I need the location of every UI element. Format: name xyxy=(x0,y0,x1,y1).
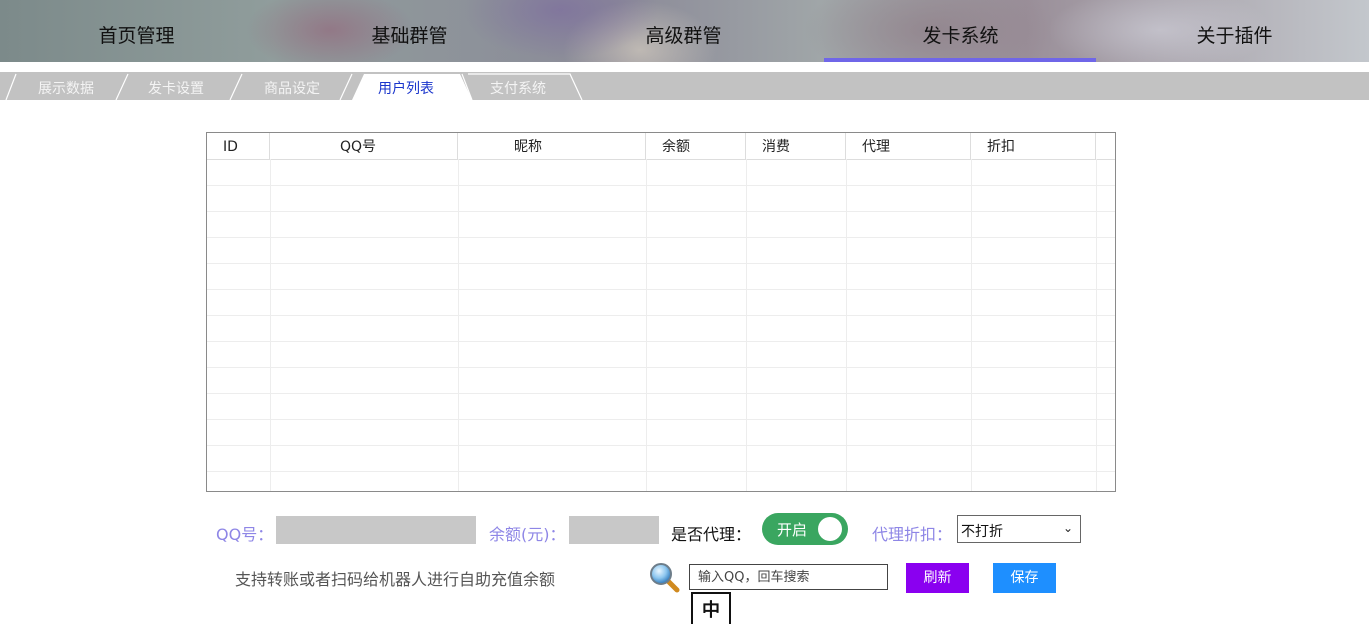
nav-item-basic-group[interactable]: 基础群管 xyxy=(273,0,546,62)
agent-label: 是否代理： xyxy=(671,525,752,544)
user-list-table: ID QQ号 昵称 余额 消费 代理 折扣 xyxy=(206,132,1116,492)
qq-input[interactable] xyxy=(276,516,476,544)
recharge-info-text: 支持转账或者扫码给机器人进行自助充值余额 xyxy=(235,570,556,589)
top-navigation: 首页管理 基础群管 高级群管 发卡系统 关于插件 xyxy=(0,0,1369,62)
column-header-qq[interactable]: QQ号 xyxy=(270,133,458,159)
ime-indicator: 中 xyxy=(691,592,731,624)
toggle-knob xyxy=(818,517,842,541)
column-header-balance[interactable]: 余额 xyxy=(646,133,746,159)
column-header-agent[interactable]: 代理 xyxy=(846,133,971,159)
save-button[interactable]: 保存 xyxy=(993,563,1056,593)
discount-label: 代理折扣： xyxy=(872,525,953,544)
discount-select-value: 不打折 xyxy=(961,524,1003,540)
column-header-discount[interactable]: 折扣 xyxy=(971,133,1096,159)
column-header-nickname[interactable]: 昵称 xyxy=(458,133,646,159)
tab-card-settings[interactable]: 发卡设置 xyxy=(148,72,204,100)
column-header-consumption[interactable]: 消费 xyxy=(746,133,846,159)
search-icon[interactable] xyxy=(648,561,680,593)
tab-display-data[interactable]: 展示数据 xyxy=(38,72,94,100)
nav-item-advanced-group[interactable]: 高级群管 xyxy=(547,0,820,62)
tab-user-list[interactable]: 用户列表 xyxy=(378,72,434,100)
column-header-id[interactable]: ID xyxy=(207,133,270,159)
tab-product-settings[interactable]: 商品设定 xyxy=(264,72,320,100)
chevron-down-icon: ⌄ xyxy=(1062,521,1073,535)
sub-tab-bar: 展示数据 发卡设置 商品设定 用户列表 支付系统 xyxy=(0,72,1369,100)
tab-payment-system[interactable]: 支付系统 xyxy=(490,72,546,100)
nav-item-home[interactable]: 首页管理 xyxy=(0,0,273,62)
discount-select[interactable]: 不打折 ⌄ xyxy=(957,515,1081,543)
balance-input[interactable] xyxy=(569,516,659,544)
agent-toggle[interactable]: 开启 xyxy=(762,513,848,545)
nav-item-about-plugin[interactable]: 关于插件 xyxy=(1098,0,1369,62)
nav-active-indicator xyxy=(824,58,1096,62)
refresh-button[interactable]: 刷新 xyxy=(906,563,969,593)
agent-toggle-label: 开启 xyxy=(777,521,808,539)
balance-label: 余额(元)： xyxy=(489,525,566,544)
table-header: ID QQ号 昵称 余额 消费 代理 折扣 xyxy=(207,133,1115,160)
qq-label: QQ号： xyxy=(216,525,274,544)
nav-item-card-system[interactable]: 发卡系统 xyxy=(824,0,1097,62)
search-input[interactable] xyxy=(689,564,888,590)
